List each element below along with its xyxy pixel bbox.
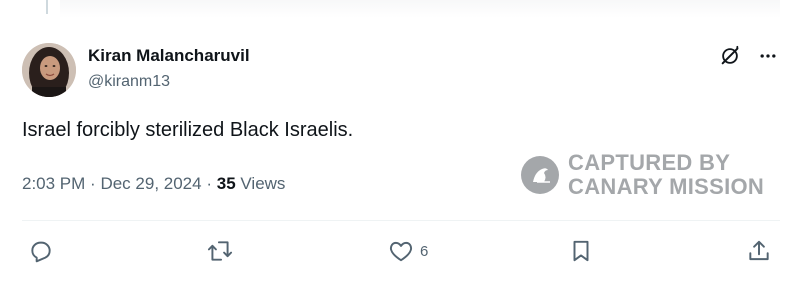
- like-icon: [389, 241, 413, 262]
- avatar-image: [22, 43, 76, 97]
- author-name[interactable]: Kiran Malancharuvil: [88, 46, 250, 66]
- like-button[interactable]: 6: [388, 238, 428, 264]
- tweet-actions-bar: 6: [22, 238, 780, 268]
- tweet-top-actions: [718, 44, 780, 68]
- watermark-line-1: CAPTURED BY: [568, 150, 731, 175]
- grok-icon[interactable]: [718, 44, 742, 68]
- previous-content-fade: [60, 0, 780, 18]
- canary-logo-icon: [521, 156, 559, 194]
- reply-button[interactable]: [28, 238, 54, 264]
- bookmark-icon: [573, 240, 589, 262]
- reply-icon: [31, 241, 51, 263]
- tweet-time[interactable]: 2:03 PM: [22, 174, 85, 193]
- watermark-line-2: CANARY MISSION: [568, 174, 765, 199]
- actions-divider: [22, 220, 780, 221]
- meta-separator: ·: [90, 174, 96, 193]
- share-icon: [749, 240, 769, 261]
- tweet-meta: 2:03 PM · Dec 29, 2024 · 35 Views: [22, 174, 285, 194]
- views-label: Views: [240, 174, 286, 193]
- retweet-icon: [207, 241, 233, 261]
- author-handle[interactable]: @kiranm13: [88, 73, 170, 91]
- tweet-date[interactable]: Dec 29, 2024: [100, 174, 201, 193]
- watermark: CAPTURED BY CANARY MISSION: [520, 151, 764, 199]
- thread-connector-line: [46, 0, 48, 14]
- share-button[interactable]: [746, 238, 772, 264]
- meta-separator: ·: [206, 174, 212, 193]
- likes-count: 6: [420, 242, 429, 260]
- more-options-icon[interactable]: [756, 44, 780, 68]
- tweet-text: Israel forcibly sterilized Black Israeli…: [22, 119, 354, 141]
- views-count[interactable]: 35: [217, 174, 236, 193]
- retweet-button[interactable]: [206, 238, 234, 264]
- avatar[interactable]: [22, 43, 76, 97]
- bookmark-button[interactable]: [568, 238, 594, 264]
